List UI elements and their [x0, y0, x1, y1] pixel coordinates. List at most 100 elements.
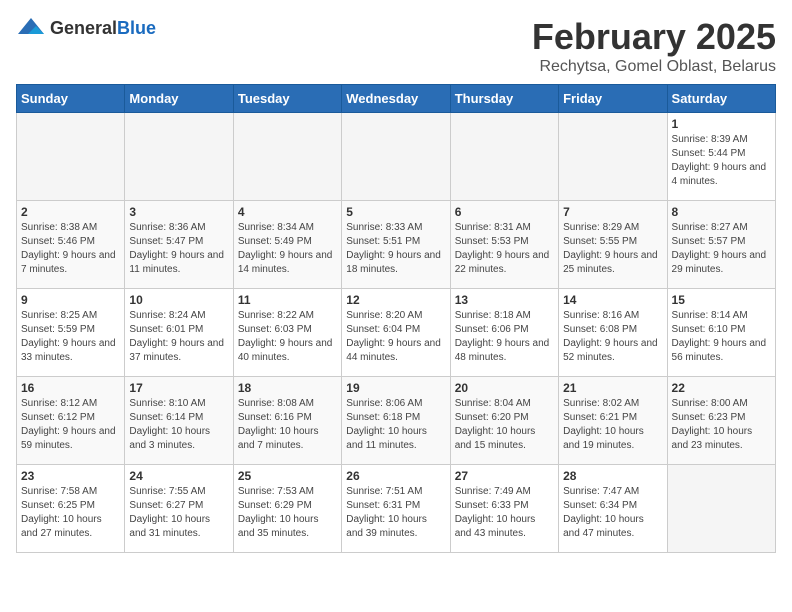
calendar-cell: 18 Sunrise: 8:08 AM Sunset: 6:16 PM Dayli…	[233, 377, 341, 465]
day-number: 21	[563, 381, 662, 395]
calendar-cell: 28Sunrise: 7:47 AM Sunset: 6:34 PM Dayli…	[559, 465, 667, 553]
calendar-cell: 4 Sunrise: 8:34 AM Sunset: 5:49 PM Daylig…	[233, 201, 341, 289]
day-number: 18	[238, 381, 337, 395]
calendar-cell: 6Sunrise: 8:31 AM Sunset: 5:53 PM Daylig…	[450, 201, 558, 289]
day-number: 12	[346, 293, 445, 307]
calendar-cell: 11 Sunrise: 8:22 AM Sunset: 6:03 PM Dayli…	[233, 289, 341, 377]
weekday-header-friday: Friday	[559, 85, 667, 113]
weekday-header-saturday: Saturday	[667, 85, 775, 113]
calendar-cell: 8 Sunrise: 8:27 AM Sunset: 5:57 PM Daylig…	[667, 201, 775, 289]
day-number: 14	[563, 293, 662, 307]
day-info: Sunrise: 8:27 AM Sunset: 5:57 PM Dayligh…	[672, 221, 771, 277]
day-info: Sunrise: 8:04 AM Sunset: 6:20 PM Dayligh…	[455, 397, 554, 453]
calendar-cell: 7Sunrise: 8:29 AM Sunset: 5:55 PM Daylig…	[559, 201, 667, 289]
calendar-week-row: 2 Sunrise: 8:38 AM Sunset: 5:46 PM Daylig…	[17, 201, 776, 289]
weekday-header-sunday: Sunday	[17, 85, 125, 113]
month-title: February 2025	[532, 16, 776, 58]
day-number: 7	[563, 205, 662, 219]
day-info: Sunrise: 8:14 AM Sunset: 6:10 PM Dayligh…	[672, 309, 771, 365]
day-number: 27	[455, 469, 554, 483]
day-number: 23	[21, 469, 120, 483]
day-number: 16	[21, 381, 120, 395]
calendar-cell: 26 Sunrise: 7:51 AM Sunset: 6:31 PM Dayli…	[342, 465, 450, 553]
day-info: Sunrise: 8:38 AM Sunset: 5:46 PM Dayligh…	[21, 221, 120, 277]
calendar-cell: 3 Sunrise: 8:36 AM Sunset: 5:47 PM Daylig…	[125, 201, 233, 289]
day-number: 15	[672, 293, 771, 307]
day-info: Sunrise: 8:20 AM Sunset: 6:04 PM Dayligh…	[346, 309, 445, 365]
day-number: 2	[21, 205, 120, 219]
weekday-header-tuesday: Tuesday	[233, 85, 341, 113]
day-number: 19	[346, 381, 445, 395]
day-info: Sunrise: 8:24 AM Sunset: 6:01 PM Dayligh…	[129, 309, 228, 365]
calendar-cell: 24 Sunrise: 7:55 AM Sunset: 6:27 PM Dayli…	[125, 465, 233, 553]
day-info: Sunrise: 8:02 AM Sunset: 6:21 PM Dayligh…	[563, 397, 662, 453]
day-info: Sunrise: 8:22 AM Sunset: 6:03 PM Dayligh…	[238, 309, 337, 365]
calendar-cell: 9 Sunrise: 8:25 AM Sunset: 5:59 PM Daylig…	[17, 289, 125, 377]
calendar-week-row: 23 Sunrise: 7:58 AM Sunset: 6:25 PM Dayli…	[17, 465, 776, 553]
day-number: 1	[672, 117, 771, 131]
title-block: February 2025 Rechytsa, Gomel Oblast, Be…	[532, 16, 776, 76]
day-info: Sunrise: 7:53 AM Sunset: 6:29 PM Dayligh…	[238, 485, 337, 541]
calendar-cell: 1 Sunrise: 8:39 AM Sunset: 5:44 PM Daylig…	[667, 113, 775, 201]
day-info: Sunrise: 8:39 AM Sunset: 5:44 PM Dayligh…	[672, 133, 771, 189]
calendar-cell: 14Sunrise: 8:16 AM Sunset: 6:08 PM Dayli…	[559, 289, 667, 377]
day-number: 5	[346, 205, 445, 219]
calendar-cell: 21 Sunrise: 8:02 AM Sunset: 6:21 PM Dayli…	[559, 377, 667, 465]
calendar-body: 1 Sunrise: 8:39 AM Sunset: 5:44 PM Daylig…	[17, 113, 776, 553]
weekday-header-monday: Monday	[125, 85, 233, 113]
calendar-cell: 12 Sunrise: 8:20 AM Sunset: 6:04 PM Dayli…	[342, 289, 450, 377]
day-info: Sunrise: 7:55 AM Sunset: 6:27 PM Dayligh…	[129, 485, 228, 541]
day-number: 4	[238, 205, 337, 219]
day-info: Sunrise: 7:51 AM Sunset: 6:31 PM Dayligh…	[346, 485, 445, 541]
day-number: 3	[129, 205, 228, 219]
logo-text-blue: Blue	[117, 18, 156, 38]
weekday-header-thursday: Thursday	[450, 85, 558, 113]
weekday-header-row: SundayMondayTuesdayWednesdayThursdayFrid…	[17, 85, 776, 113]
calendar-week-row: 16 Sunrise: 8:12 AM Sunset: 6:12 PM Dayli…	[17, 377, 776, 465]
day-number: 24	[129, 469, 228, 483]
calendar-cell	[17, 113, 125, 201]
day-info: Sunrise: 8:25 AM Sunset: 5:59 PM Dayligh…	[21, 309, 120, 365]
calendar-cell	[450, 113, 558, 201]
day-number: 22	[672, 381, 771, 395]
calendar-cell: 23 Sunrise: 7:58 AM Sunset: 6:25 PM Dayli…	[17, 465, 125, 553]
day-number: 8	[672, 205, 771, 219]
day-info: Sunrise: 7:47 AM Sunset: 6:34 PM Dayligh…	[563, 485, 662, 541]
day-info: Sunrise: 8:36 AM Sunset: 5:47 PM Dayligh…	[129, 221, 228, 277]
calendar-week-row: 1 Sunrise: 8:39 AM Sunset: 5:44 PM Daylig…	[17, 113, 776, 201]
day-info: Sunrise: 8:08 AM Sunset: 6:16 PM Dayligh…	[238, 397, 337, 453]
day-number: 17	[129, 381, 228, 395]
calendar-header: SundayMondayTuesdayWednesdayThursdayFrid…	[17, 85, 776, 113]
page-header: GeneralBlue February 2025 Rechytsa, Gome…	[16, 16, 776, 76]
calendar-cell: 13Sunrise: 8:18 AM Sunset: 6:06 PM Dayli…	[450, 289, 558, 377]
day-number: 20	[455, 381, 554, 395]
weekday-header-wednesday: Wednesday	[342, 85, 450, 113]
calendar-cell: 19 Sunrise: 8:06 AM Sunset: 6:18 PM Dayli…	[342, 377, 450, 465]
calendar-cell: 5Sunrise: 8:33 AM Sunset: 5:51 PM Daylig…	[342, 201, 450, 289]
logo: GeneralBlue	[16, 16, 156, 40]
day-info: Sunrise: 8:12 AM Sunset: 6:12 PM Dayligh…	[21, 397, 120, 453]
day-info: Sunrise: 7:58 AM Sunset: 6:25 PM Dayligh…	[21, 485, 120, 541]
calendar-cell: 25 Sunrise: 7:53 AM Sunset: 6:29 PM Dayli…	[233, 465, 341, 553]
calendar-cell: 17Sunrise: 8:10 AM Sunset: 6:14 PM Dayli…	[125, 377, 233, 465]
logo-icon	[16, 16, 46, 40]
day-info: Sunrise: 8:06 AM Sunset: 6:18 PM Dayligh…	[346, 397, 445, 453]
day-info: Sunrise: 8:18 AM Sunset: 6:06 PM Dayligh…	[455, 309, 554, 365]
calendar-cell: 27 Sunrise: 7:49 AM Sunset: 6:33 PM Dayli…	[450, 465, 558, 553]
calendar-cell: 2 Sunrise: 8:38 AM Sunset: 5:46 PM Daylig…	[17, 201, 125, 289]
day-info: Sunrise: 8:00 AM Sunset: 6:23 PM Dayligh…	[672, 397, 771, 453]
location-title: Rechytsa, Gomel Oblast, Belarus	[532, 58, 776, 76]
day-number: 25	[238, 469, 337, 483]
calendar-cell: 20 Sunrise: 8:04 AM Sunset: 6:20 PM Dayli…	[450, 377, 558, 465]
day-info: Sunrise: 8:34 AM Sunset: 5:49 PM Dayligh…	[238, 221, 337, 277]
day-number: 10	[129, 293, 228, 307]
calendar-cell: 16 Sunrise: 8:12 AM Sunset: 6:12 PM Dayli…	[17, 377, 125, 465]
day-number: 26	[346, 469, 445, 483]
day-info: Sunrise: 7:49 AM Sunset: 6:33 PM Dayligh…	[455, 485, 554, 541]
calendar-cell: 15 Sunrise: 8:14 AM Sunset: 6:10 PM Dayli…	[667, 289, 775, 377]
calendar-cell	[559, 113, 667, 201]
day-info: Sunrise: 8:31 AM Sunset: 5:53 PM Dayligh…	[455, 221, 554, 277]
day-number: 9	[21, 293, 120, 307]
day-number: 11	[238, 293, 337, 307]
calendar-cell	[233, 113, 341, 201]
